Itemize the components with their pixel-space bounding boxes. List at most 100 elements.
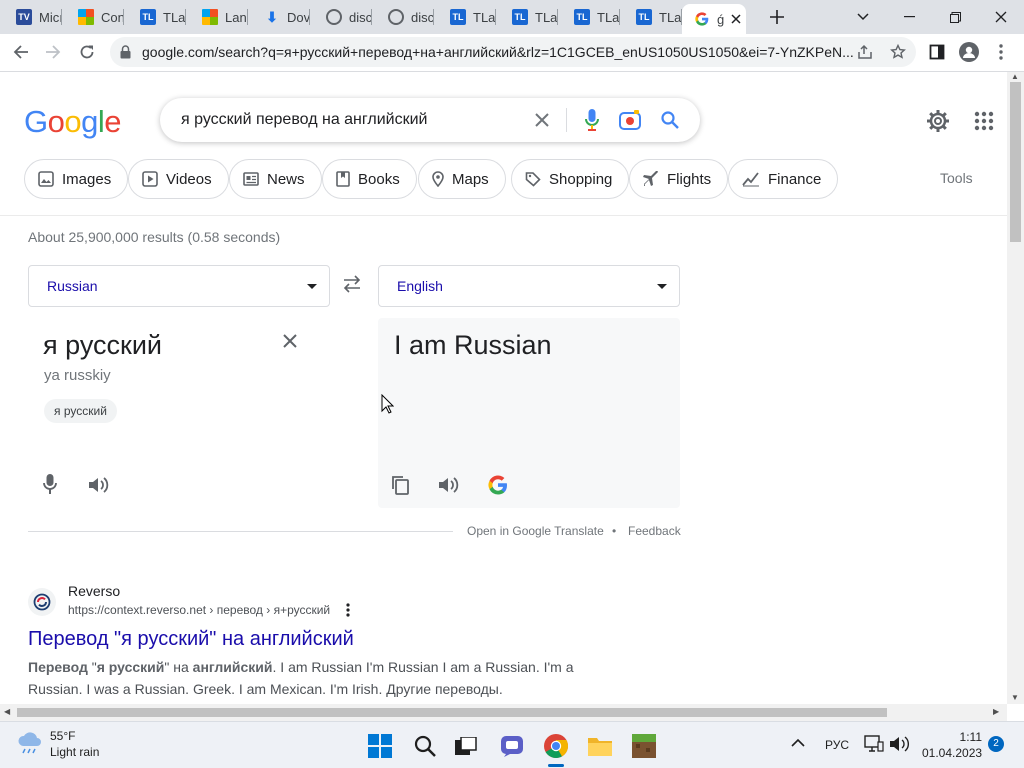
new-tab-button[interactable]	[754, 0, 800, 34]
browser-tab[interactable]: disc	[372, 0, 434, 34]
reverso-favicon	[28, 588, 56, 616]
scroll-left-arrow-icon[interactable]: ◀	[4, 707, 10, 716]
clock[interactable]: 1:11 01.04.2023	[922, 729, 982, 761]
chip-flights[interactable]: Flights	[629, 159, 729, 199]
show-hidden-icons-chevron-icon[interactable]	[791, 737, 805, 747]
microsoft-favicon	[78, 9, 94, 25]
start-windows-icon[interactable]	[364, 730, 396, 762]
tab-search-icon[interactable]	[840, 0, 886, 34]
apps-grid-icon[interactable]	[974, 111, 994, 131]
source-text[interactable]: я русский	[43, 330, 162, 361]
book-icon	[336, 171, 350, 187]
browser-tab[interactable]: TL TLa	[124, 0, 186, 34]
lens-search-icon[interactable]	[618, 108, 642, 132]
scroll-down-arrow-icon[interactable]: ▼	[1011, 693, 1019, 702]
feedback-link[interactable]: Feedback	[628, 524, 681, 538]
clear-search-icon[interactable]	[530, 108, 554, 132]
maximize-button[interactable]	[932, 0, 978, 34]
horizontal-scroll-thumb[interactable]	[17, 708, 887, 717]
voice-search-icon[interactable]	[580, 108, 604, 132]
tab-label: TLa	[659, 9, 682, 25]
logo-letter: o	[64, 104, 82, 139]
minecraft-icon[interactable]	[628, 730, 660, 762]
chip-maps[interactable]: Maps	[418, 159, 506, 199]
search-query[interactable]: я русский перевод на английский	[181, 111, 427, 129]
result-site-name[interactable]: Reverso	[68, 583, 120, 599]
source-suggestion-chip[interactable]: я русский	[44, 399, 117, 423]
browser-tab[interactable]: ǵ	[682, 4, 746, 34]
windows-taskbar: 55°F Light rain РУС 1:11 01.04.2023 2	[0, 721, 1024, 768]
chip-books[interactable]: Books	[322, 159, 417, 199]
map-pin-icon	[432, 171, 444, 187]
active-app-indicator	[548, 764, 564, 767]
weather-cloud-icon[interactable]	[16, 730, 44, 756]
chip-news[interactable]: News	[229, 159, 322, 199]
chrome-menu-icon[interactable]	[986, 37, 1016, 67]
speaker-icon[interactable]	[438, 476, 460, 494]
google-logo[interactable]: Google	[24, 104, 122, 140]
open-in-translate-link[interactable]: Open in Google Translate	[467, 524, 604, 538]
task-view-icon[interactable]	[450, 730, 482, 762]
tools-button[interactable]: Tools	[940, 170, 973, 186]
horizontal-scrollbar[interactable]: ◀ ▶	[0, 704, 1007, 721]
browser-tab[interactable]: ⬇ Dov	[248, 0, 310, 34]
chip-finance[interactable]: Finance	[728, 159, 839, 199]
notification-badge[interactable]: 2	[988, 736, 1004, 752]
close-tab-icon[interactable]	[731, 14, 741, 24]
clear-source-icon[interactable]	[282, 333, 298, 349]
tab-label: Lanı	[225, 9, 248, 25]
result-url[interactable]: https://context.reverso.net › перевод › …	[68, 603, 330, 617]
tab-label: TLa	[473, 9, 496, 25]
browser-tab[interactable]: disc	[310, 0, 372, 34]
header-divider	[0, 215, 1007, 216]
browser-tab[interactable]: Con	[62, 0, 124, 34]
teams-chat-icon[interactable]	[496, 730, 528, 762]
google-g-icon[interactable]	[488, 475, 508, 495]
address-bar[interactable]: google.com/search?q=я+русский+перевод+на…	[110, 37, 916, 67]
browser-tab[interactable]: TL TLa	[558, 0, 620, 34]
swap-languages-icon[interactable]	[342, 275, 362, 293]
network-display-icon[interactable]	[864, 735, 884, 753]
browser-tab[interactable]: TL TLa	[620, 0, 682, 34]
volume-icon[interactable]	[889, 736, 909, 752]
source-language-select[interactable]: Russian	[28, 265, 330, 307]
target-language-select[interactable]: English	[378, 265, 680, 307]
keyboard-language[interactable]: РУС	[825, 738, 849, 752]
weather-temp[interactable]: 55°F	[50, 729, 75, 743]
chip-shopping[interactable]: Shopping	[511, 159, 630, 199]
browser-tab[interactable]: TL TLa	[496, 0, 558, 34]
share-icon[interactable]	[850, 37, 880, 67]
search-box[interactable]: я русский перевод на английский	[160, 98, 700, 142]
side-panel-icon[interactable]	[922, 37, 952, 67]
tab-label: TLa	[535, 9, 558, 25]
vertical-scrollbar[interactable]: ▲ ▼	[1007, 72, 1024, 704]
scroll-right-arrow-icon[interactable]: ▶	[993, 707, 999, 716]
result-title-link[interactable]: Перевод "я русский" на английский	[28, 628, 354, 651]
browser-tab[interactable]: TL TLa	[434, 0, 496, 34]
settings-gear-icon[interactable]	[926, 109, 950, 133]
chrome-taskbar-icon[interactable]	[540, 730, 572, 762]
chip-videos[interactable]: Videos	[128, 159, 229, 199]
weather-desc[interactable]: Light rain	[50, 745, 99, 759]
search-submit-icon[interactable]	[658, 108, 682, 132]
taskbar-search-icon[interactable]	[409, 730, 441, 762]
browser-tab[interactable]: TV Micı	[0, 0, 62, 34]
profile-avatar-icon[interactable]	[954, 37, 984, 67]
chip-images[interactable]: Images	[24, 159, 129, 199]
close-window-button[interactable]	[978, 0, 1024, 34]
reload-button[interactable]	[72, 37, 102, 67]
search-divider	[566, 108, 567, 132]
browser-tab[interactable]: Lanı	[186, 0, 248, 34]
forward-button[interactable]	[38, 37, 68, 67]
result-options-icon[interactable]	[346, 603, 350, 617]
back-button[interactable]	[6, 37, 36, 67]
bookmark-star-icon[interactable]	[883, 37, 913, 67]
file-explorer-icon[interactable]	[584, 730, 616, 762]
vertical-scroll-thumb[interactable]	[1010, 82, 1021, 242]
minimize-button[interactable]	[886, 0, 932, 34]
speaker-icon[interactable]	[88, 476, 110, 494]
scroll-up-arrow-icon[interactable]: ▲	[1011, 72, 1019, 81]
copy-icon[interactable]	[391, 475, 409, 495]
source-transliteration: ya russkiy	[44, 367, 111, 384]
microphone-icon[interactable]	[43, 474, 57, 494]
